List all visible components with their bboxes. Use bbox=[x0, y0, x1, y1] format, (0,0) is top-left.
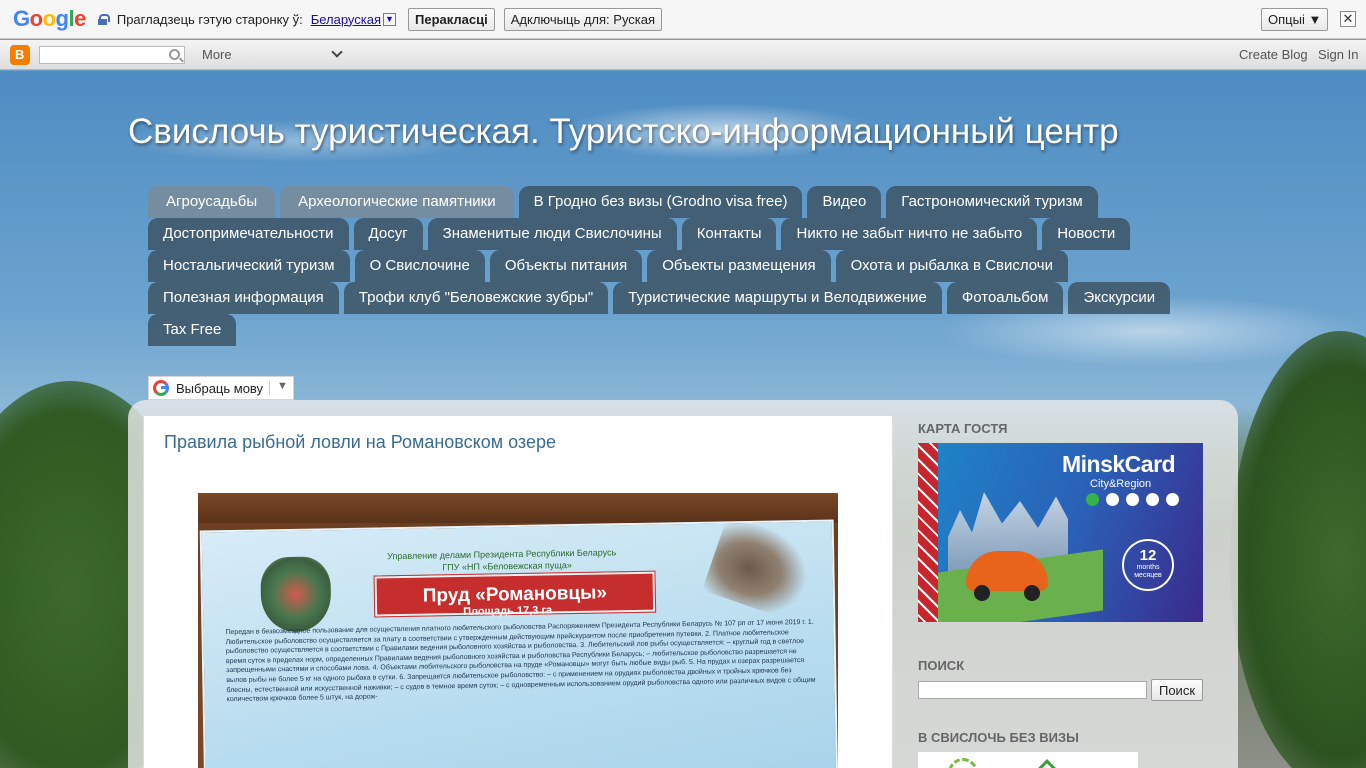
blogger-navbar: More Create Blog Sign In bbox=[0, 40, 1366, 70]
search-icon[interactable] bbox=[169, 49, 180, 60]
tab-news[interactable]: Новости bbox=[1042, 218, 1131, 250]
options-button[interactable]: Опцыі ▼ bbox=[1261, 8, 1329, 31]
house-icon bbox=[1037, 759, 1057, 768]
chevron-down-icon[interactable] bbox=[331, 46, 343, 58]
coat-of-arms-icon bbox=[260, 556, 332, 633]
badge-line2: месяцев bbox=[1134, 572, 1162, 579]
tab-trophy-club[interactable]: Трофи клуб "Беловежские зубры" bbox=[343, 282, 609, 314]
tab-accommodation[interactable]: Объекты размещения bbox=[647, 250, 831, 282]
language-dropdown-icon[interactable]: ▼ bbox=[383, 12, 397, 26]
sign-org-line2: ГПУ «НП «Беловежская пуща» bbox=[442, 560, 572, 573]
search-heading: Поиск bbox=[918, 658, 965, 673]
language-select[interactable]: Выбраць мову ▼ bbox=[148, 376, 294, 400]
tab-video[interactable]: Видео bbox=[807, 186, 882, 218]
badge-line1: months bbox=[1136, 564, 1160, 571]
tab-famous-people[interactable]: Знаменитые люди Свислочины bbox=[427, 218, 677, 250]
translate-button[interactable]: Перакласці bbox=[408, 7, 495, 31]
blogger-logo-icon[interactable] bbox=[10, 45, 30, 65]
tab-food[interactable]: Объекты питания bbox=[489, 250, 643, 282]
sign-in-link[interactable]: Sign In bbox=[1318, 47, 1358, 62]
sign-rules-text: Передан в безвозмездное пользование для … bbox=[225, 618, 816, 704]
ornament-border bbox=[918, 443, 938, 622]
restaurant-icon bbox=[1146, 493, 1159, 506]
divider bbox=[269, 381, 270, 395]
google-logo: Google bbox=[13, 6, 86, 31]
create-blog-link[interactable]: Create Blog bbox=[1239, 47, 1308, 62]
translate-prompt: Прагладзець гэтую старонку ў: bbox=[116, 11, 303, 27]
tab-tax-free[interactable]: Tax Free bbox=[148, 314, 237, 346]
fish-icon bbox=[701, 514, 818, 622]
language-select-label: Выбраць мову bbox=[176, 381, 264, 396]
sun-icon bbox=[948, 758, 978, 768]
car-icon bbox=[966, 551, 1048, 601]
sign-org-line1: Управление делами Президента Республики … bbox=[387, 547, 617, 562]
tab-leisure[interactable]: Досуг bbox=[353, 218, 423, 250]
tab-gastronomy[interactable]: Гастрономический туризм bbox=[886, 186, 1098, 218]
post-title[interactable]: Правила рыбной ловли на Романовском озер… bbox=[164, 432, 556, 453]
badge-number: 12 bbox=[1139, 547, 1157, 564]
visa-free-banner[interactable] bbox=[918, 752, 1138, 768]
museum-icon bbox=[1126, 493, 1139, 506]
tab-nobody-forgotten[interactable]: Никто не забыт ничто не забыто bbox=[781, 218, 1038, 250]
page-tabs: Агроусадьбы Археологические памятники В … bbox=[148, 186, 1188, 346]
post-image[interactable]: Управление делами Президента Республики … bbox=[198, 493, 838, 768]
minsk-card-banner[interactable]: MinskCard City&Region 12 months месяцев bbox=[918, 443, 1203, 622]
tab-agrousadby[interactable]: Агроусадьбы bbox=[148, 186, 276, 218]
navbar-search-input[interactable] bbox=[39, 46, 185, 64]
tab-archaeology[interactable]: Археологические памятники bbox=[280, 186, 514, 218]
tab-about-svisloch[interactable]: О Свислочине bbox=[354, 250, 485, 282]
tab-useful-info[interactable]: Полезная информация bbox=[148, 282, 339, 314]
site-title[interactable]: Свислочь туристическая. Туристско-информ… bbox=[128, 112, 1119, 152]
pond-sign: Управление делами Президента Республики … bbox=[199, 514, 838, 768]
translate-bar: Google Прагладзець гэтую старонку ў: Бел… bbox=[0, 0, 1366, 39]
more-menu[interactable]: More bbox=[202, 47, 232, 62]
tab-excursions[interactable]: Экскурсии bbox=[1068, 282, 1171, 314]
google-g-icon bbox=[153, 380, 169, 396]
tab-routes-cycling[interactable]: Туристические маршруты и Велодвижение bbox=[613, 282, 942, 314]
validity-badge: 12 months месяцев bbox=[1122, 539, 1174, 591]
lock-icon bbox=[97, 13, 110, 25]
close-icon[interactable]: ✕ bbox=[1340, 11, 1356, 27]
tab-contacts[interactable]: Контакты bbox=[681, 218, 777, 250]
guest-card-heading: Карта гостя bbox=[918, 421, 1008, 436]
background-trees-right bbox=[1230, 331, 1366, 768]
minsk-card-sub: City&Region bbox=[1090, 478, 1152, 490]
disable-translate-button[interactable]: Адключыць для: Руская bbox=[503, 7, 663, 31]
tab-photo-album[interactable]: Фотоальбом bbox=[946, 282, 1064, 314]
search-button[interactable]: Поиск bbox=[1151, 679, 1203, 701]
tab-nostalgic-tourism[interactable]: Ностальгический туризм bbox=[148, 250, 350, 282]
minsk-card-brand: MinskCard bbox=[1062, 451, 1176, 477]
tab-sights[interactable]: Достопримечательности bbox=[148, 218, 349, 250]
sign-pond-area: Площадь 17,3 га bbox=[463, 604, 553, 618]
translate-language-link[interactable]: Беларуская bbox=[311, 12, 381, 27]
bus-icon bbox=[1166, 493, 1179, 506]
dropdown-arrow-icon[interactable]: ▼ bbox=[277, 380, 288, 392]
blog-post: Правила рыбной ловли на Романовском озер… bbox=[143, 415, 893, 768]
visa-free-heading: В Свислочь без визы bbox=[918, 730, 1079, 745]
tab-hunting-fishing[interactable]: Охота и рыбалка в Свислочи bbox=[835, 250, 1069, 282]
info-icon bbox=[1086, 493, 1099, 506]
search-input[interactable] bbox=[918, 681, 1147, 699]
service-icons bbox=[1086, 493, 1186, 506]
tab-grodno-visa-free[interactable]: В Гродно без визы (Grodno visa free) bbox=[518, 186, 803, 218]
transport-icon bbox=[1106, 493, 1119, 506]
